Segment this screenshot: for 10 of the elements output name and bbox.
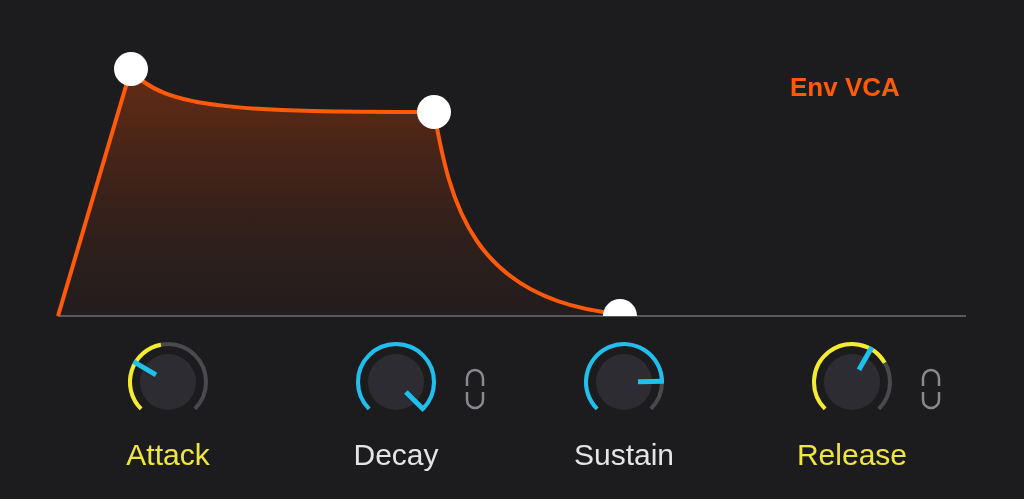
curve-handle[interactable] [114,52,148,86]
envelope-title: Env VCA [790,72,900,103]
knob-label: Sustain [573,438,675,472]
knob-label: Decay [353,438,439,472]
curve-handle[interactable] [603,299,637,316]
curve-handle[interactable] [417,95,451,129]
knob-label: Attack [126,438,210,472]
knob-label: Release [796,438,908,472]
link-icon[interactable] [920,368,942,410]
link-icon[interactable] [464,368,486,410]
